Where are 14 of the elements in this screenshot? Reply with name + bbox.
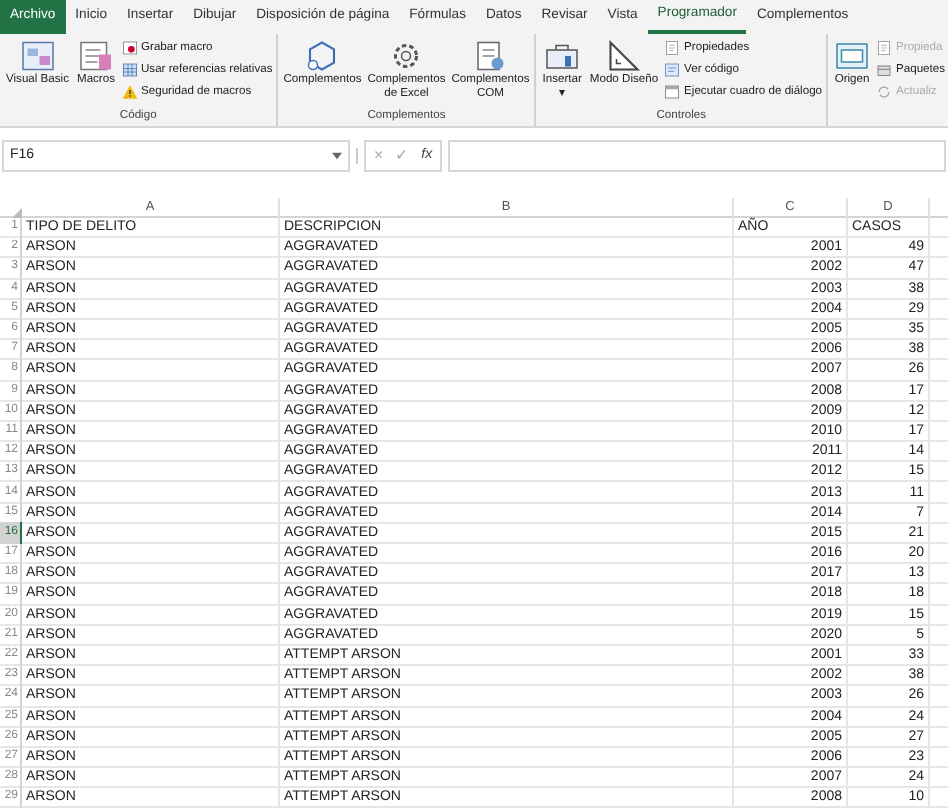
- dialog-icon: [664, 84, 681, 100]
- formula-input[interactable]: [448, 140, 946, 172]
- dropdown-arrow-icon: [332, 152, 342, 160]
- enter-button[interactable]: ✓: [395, 144, 410, 168]
- record-macro-icon: [121, 40, 137, 56]
- table-icon: [121, 62, 137, 78]
- properties-icon: [664, 40, 681, 56]
- select-all-triangle-icon[interactable]: [12, 207, 22, 217]
- refresh-icon: [876, 84, 893, 100]
- warning-icon: [121, 84, 137, 100]
- cancel-button[interactable]: ×: [374, 144, 384, 168]
- properties-icon: [876, 40, 893, 56]
- code-icon: [664, 62, 681, 78]
- package-icon: [876, 62, 893, 78]
